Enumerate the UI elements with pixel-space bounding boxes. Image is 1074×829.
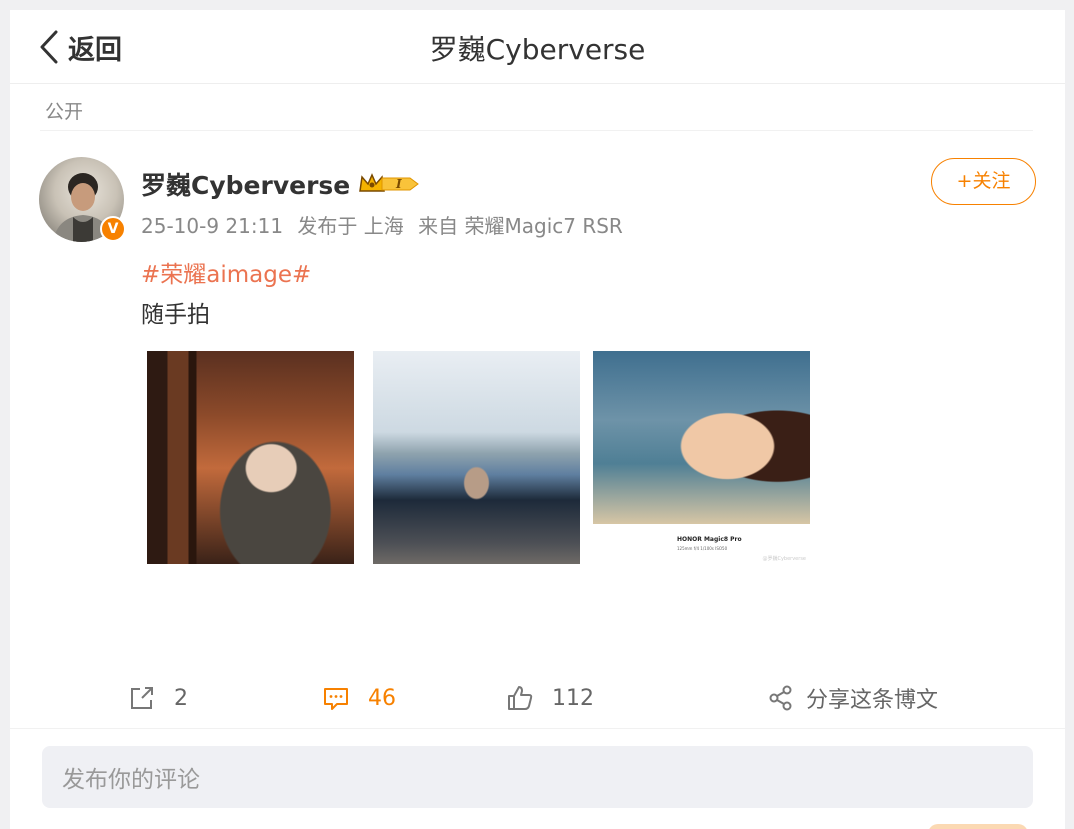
- post-location: 发布于 上海: [297, 214, 404, 238]
- photo-3-camera-text: HONOR Magic8 Pro: [677, 536, 742, 543]
- repost-button[interactable]: 2: [128, 678, 188, 718]
- post-author[interactable]: 罗巍Cyberverse I: [141, 166, 420, 202]
- divider: [10, 728, 1065, 729]
- post-photo-1[interactable]: [147, 351, 354, 564]
- post-text: 随手拍: [141, 302, 210, 328]
- photo-3-watermark: @罗巍Cyberverse: [762, 556, 806, 562]
- comment-input[interactable]: 发布你的评论: [42, 746, 1033, 808]
- thumbs-up-icon: [508, 686, 533, 710]
- like-button[interactable]: 112: [506, 678, 594, 718]
- post-photo-3[interactable]: HONOR Magic8 Pro 125mm f/4 1/100s ISO50 …: [593, 351, 810, 564]
- post-source: 来自 荣耀Magic7 RSR: [418, 214, 623, 238]
- post-card: 返回 罗巍Cyberverse 公开 V 罗巍Cyberverse I 25-1…: [10, 10, 1065, 829]
- verified-badge-icon: V: [100, 216, 126, 242]
- photo-3-camera-sub: 125mm f/4 1/100s ISO50: [677, 546, 728, 551]
- share-button[interactable]: 分享这条博文: [768, 678, 938, 718]
- send-button[interactable]: [928, 824, 1028, 829]
- post-datetime: 25-10-9 21:11: [141, 214, 284, 238]
- comment-icon: [324, 688, 348, 710]
- comment-button[interactable]: 46: [322, 678, 396, 718]
- member-level-text: I: [395, 177, 402, 191]
- hashtag-link[interactable]: #荣耀aimage#: [141, 255, 311, 289]
- comment-count: 46: [368, 685, 396, 711]
- repost-count: 2: [174, 685, 188, 711]
- author-name: 罗巍Cyberverse: [141, 171, 351, 200]
- like-count: 112: [552, 685, 594, 711]
- action-bar: 2 46 112 分享这条博文: [10, 678, 1065, 718]
- divider: [40, 130, 1033, 131]
- page-title: 罗巍Cyberverse: [429, 33, 646, 66]
- photo-3-image: [593, 351, 810, 524]
- share-icon: [769, 685, 792, 711]
- post-meta: 25-10-9 21:11 发布于 上海 来自 荣耀Magic7 RSR: [141, 210, 631, 239]
- share-label: 分享这条博文: [806, 688, 939, 713]
- follow-button[interactable]: +关注: [931, 158, 1036, 205]
- visibility-label: 公开: [45, 101, 84, 123]
- top-bar: 返回 罗巍Cyberverse: [10, 10, 1065, 84]
- post-photo-2[interactable]: [373, 351, 580, 564]
- repost-icon: [131, 687, 153, 709]
- member-crown-icon: I: [359, 173, 420, 192]
- avatar[interactable]: V: [39, 157, 126, 242]
